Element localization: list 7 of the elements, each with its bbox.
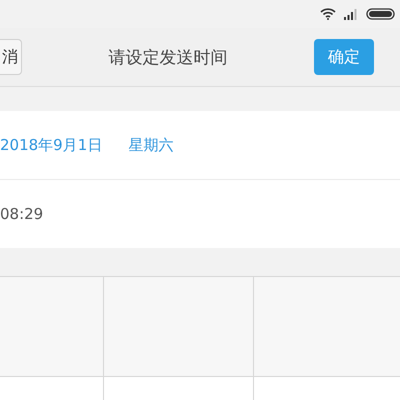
time-value[interactable]: 08:29 (0, 205, 44, 223)
weekday-value: 星期六 (128, 136, 174, 154)
wifi-icon (320, 8, 336, 20)
page-title: 请设定发送时间 (108, 46, 228, 68)
signal-icon (344, 8, 358, 20)
cancel-button[interactable]: 消 (0, 39, 22, 75)
battery-icon (366, 8, 396, 20)
